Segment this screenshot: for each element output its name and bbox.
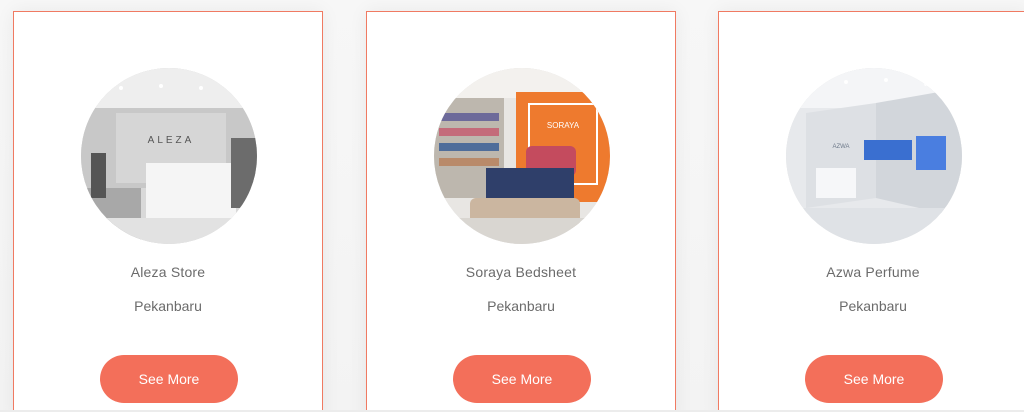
soraya-sign: SORAYA bbox=[547, 121, 580, 130]
store-city: Pekanbaru bbox=[839, 298, 907, 314]
aleza-sign: ALEZA bbox=[148, 135, 195, 146]
store-photo-soraya: SORAYA bbox=[434, 68, 610, 244]
store-card: SORAYA Soraya Bedsheet Pekanbaru See Mor… bbox=[366, 11, 676, 412]
store-photo-aleza: ALEZA bbox=[81, 68, 257, 244]
store-list: ALEZA Aleza Store Pekanbaru See More SOR… bbox=[0, 0, 1024, 412]
store-photo-azwa: AZWA bbox=[786, 68, 962, 244]
store-name: Azwa Perfume bbox=[826, 264, 920, 280]
see-more-button[interactable]: See More bbox=[805, 355, 943, 403]
azwa-sign: AZWA bbox=[832, 144, 849, 150]
store-card: ALEZA Aleza Store Pekanbaru See More bbox=[13, 11, 323, 412]
store-name: Aleza Store bbox=[130, 264, 206, 280]
store-card: AZWA Azwa Perfume Pekanbaru See More bbox=[718, 11, 1024, 412]
store-city: Pekanbaru bbox=[134, 298, 202, 314]
see-more-button[interactable]: See More bbox=[100, 355, 238, 403]
store-city: Pekanbaru bbox=[487, 298, 555, 314]
see-more-button[interactable]: See More bbox=[453, 355, 591, 403]
store-name: Soraya Bedsheet bbox=[465, 264, 577, 280]
